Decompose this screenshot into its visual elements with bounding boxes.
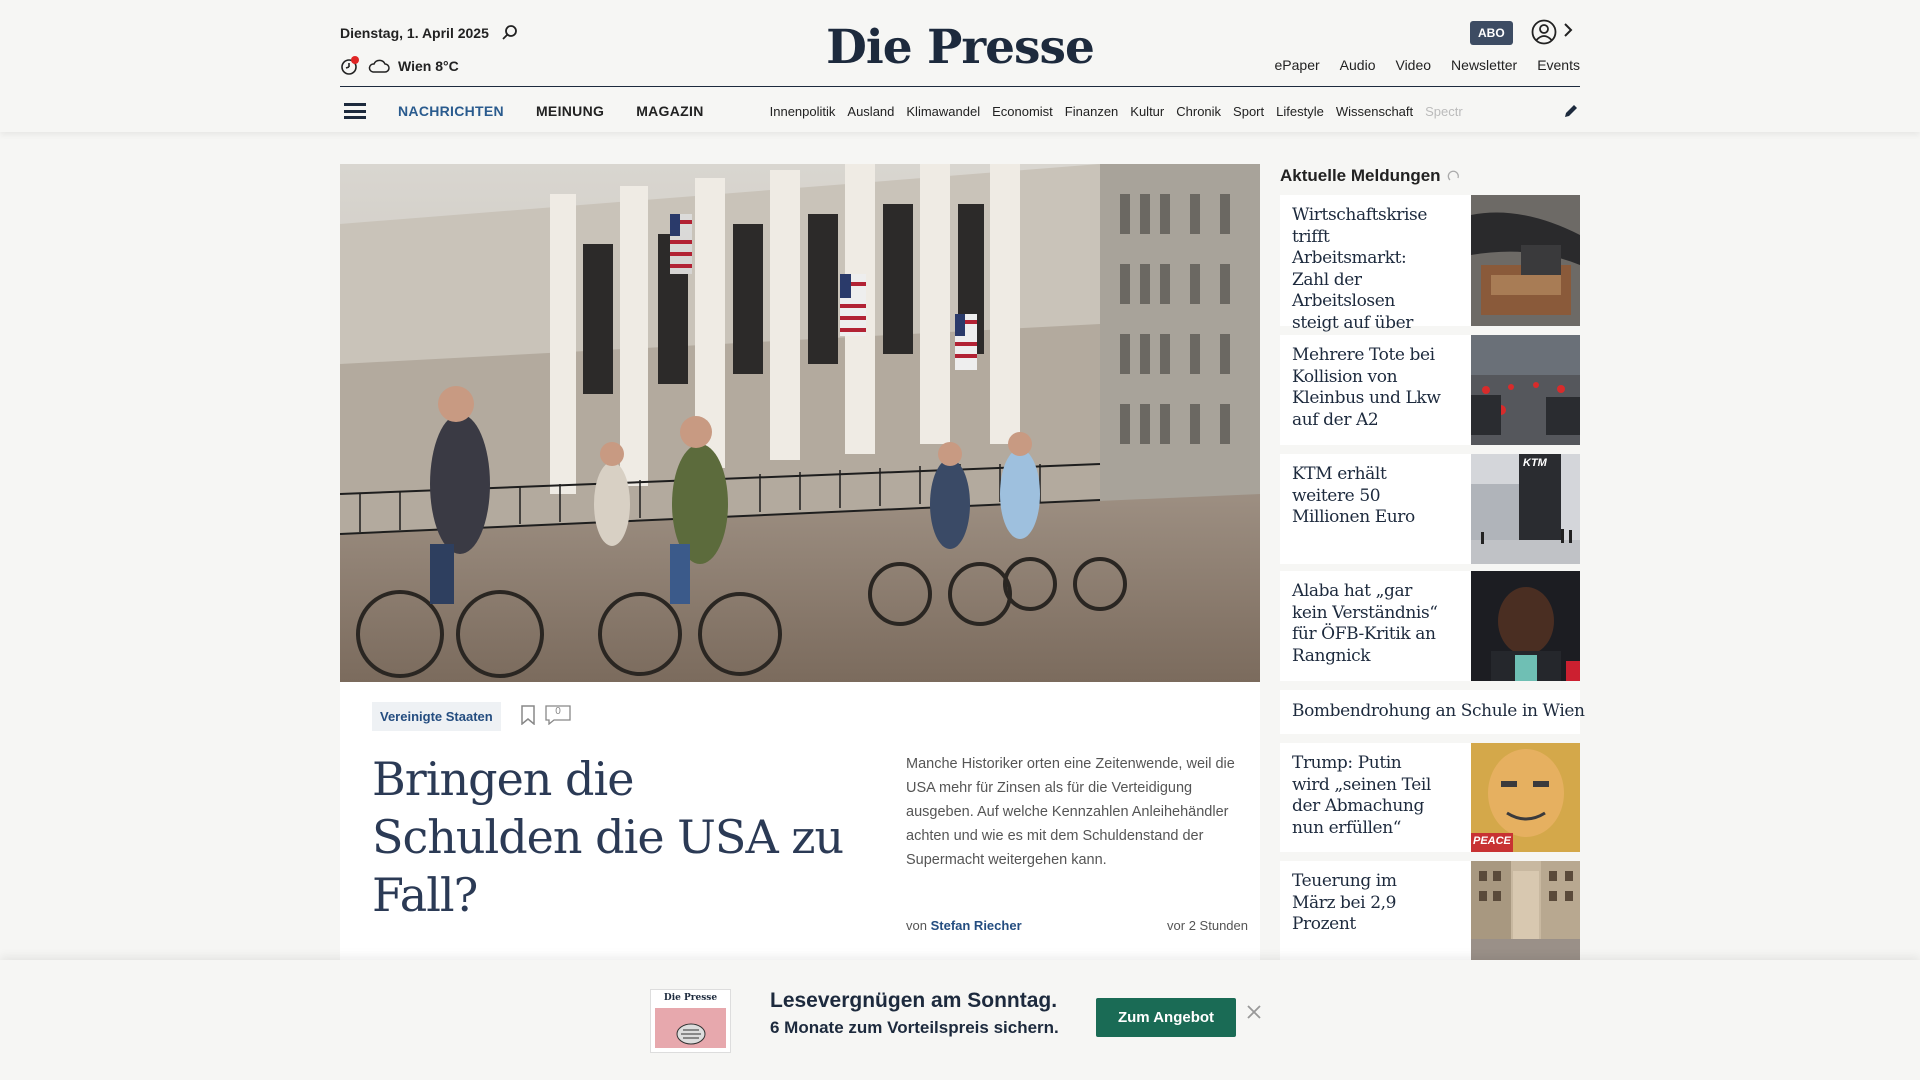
news-item-title: Mehrere Tote bei Kollision von Kleinbus … — [1292, 345, 1441, 430]
promo-subline: 6 Monate zum Vorteilspreis sichern. — [770, 1018, 1059, 1037]
link-audio[interactable]: Audio — [1340, 57, 1376, 73]
nav-ausland[interactable]: Ausland — [847, 104, 894, 119]
chevron-right-icon[interactable] — [1563, 20, 1573, 40]
bookmark-icon[interactable] — [520, 705, 536, 725]
link-newsletter[interactable]: Newsletter — [1451, 57, 1517, 73]
promo-banner: Die Presse Lesevergnügen am Sonntag. 6 M… — [0, 960, 1920, 1080]
news-item[interactable]: Teuerung im März bei 2,9 Prozent — [1280, 861, 1580, 961]
news-item-title: Teuerung im März bei 2,9 Prozent — [1292, 871, 1397, 934]
nav-wissenschaft[interactable]: Wissenschaft — [1336, 104, 1413, 119]
hero-teaser: Manche Historiker orten eine Zeitenwende… — [906, 756, 1235, 868]
news-thumbnail — [1471, 335, 1580, 445]
news-item[interactable]: Alaba hat „gar kein Verständnis“ für ÖFB… — [1280, 571, 1580, 681]
hero-article[interactable]: Vereinigte Staaten 0 Bringen die Schulde… — [340, 164, 1260, 964]
ktm-logo-text: KTM — [1523, 457, 1547, 469]
menu-icon[interactable] — [344, 103, 366, 119]
author-link[interactable]: Stefan Riecher — [931, 918, 1022, 933]
site-logo[interactable]: Die Presse — [0, 20, 1920, 75]
news-item[interactable]: Bombendrohung an Schule in Wien — [1280, 690, 1585, 734]
sidebar-title: Aktuelle Meldungen — [1280, 166, 1461, 186]
peace-label: PEACE — [1473, 835, 1511, 847]
newspaper-cover-image: Die Presse — [650, 989, 731, 1053]
nav-meinung[interactable]: MEINUNG — [536, 103, 604, 119]
news-item-title: Trump: Putin wird „seinen Teil der Abmac… — [1292, 753, 1431, 838]
hero-image[interactable] — [340, 164, 1260, 682]
top-links: ePaper Audio Video Newsletter Events — [1275, 57, 1580, 73]
byline-prefix: von — [906, 918, 927, 933]
nav-finanzen[interactable]: Finanzen — [1065, 104, 1118, 119]
nav-nachrichten[interactable]: NACHRICHTEN — [398, 103, 504, 119]
news-item-title: Wirtschaftskrise trifft Arbeitsmarkt: Za… — [1292, 205, 1427, 354]
nav-kultur[interactable]: Kultur — [1130, 104, 1164, 119]
nav-innenpolitik[interactable]: Innenpolitik — [770, 104, 836, 119]
section-nav: Innenpolitik Ausland Klimawandel Economi… — [770, 104, 1530, 119]
publish-time: vor 2 Stunden — [1167, 918, 1248, 933]
link-events[interactable]: Events — [1537, 57, 1580, 73]
comment-count-value: 0 — [555, 706, 561, 717]
news-item[interactable]: Wirtschaftskrise trifft Arbeitsmarkt: Za… — [1280, 195, 1580, 354]
close-icon[interactable] — [1246, 1004, 1262, 1020]
news-thumbnail — [1471, 195, 1580, 326]
category-tag[interactable]: Vereinigte Staaten — [372, 702, 501, 731]
nav-magazin[interactable]: MAGAZIN — [636, 103, 703, 119]
link-epaper[interactable]: ePaper — [1275, 57, 1320, 73]
byline: von Stefan Riecher — [906, 918, 1022, 933]
pencil-icon[interactable] — [1562, 102, 1580, 120]
nav-lifestyle[interactable]: Lifestyle — [1276, 104, 1324, 119]
offer-button[interactable]: Zum Angebot — [1096, 998, 1236, 1037]
nav-spectrum[interactable]: Spectr — [1425, 104, 1463, 119]
nav-chronik[interactable]: Chronik — [1176, 104, 1221, 119]
news-item[interactable]: Trump: Putin wird „seinen Teil der Abmac… — [1280, 743, 1580, 852]
nav-sport[interactable]: Sport — [1233, 104, 1264, 119]
news-thumbnail — [1471, 861, 1580, 961]
main-nav: NACHRICHTEN MEINUNG MAGAZIN Innenpolitik… — [340, 96, 1580, 126]
cover-title: Die Presse — [663, 993, 718, 1003]
news-thumbnail — [1471, 571, 1580, 681]
nav-economist[interactable]: Economist — [992, 104, 1053, 119]
abo-button[interactable]: ABO — [1470, 21, 1513, 45]
news-item-title: Bombendrohung an Schule in Wien — [1292, 701, 1585, 721]
news-thumbnail: KTM — [1471, 454, 1580, 564]
promo-headline: Lesevergnügen am Sonntag. — [770, 989, 1058, 1012]
news-item[interactable]: KTM erhält weitere 50 Millionen Euro KTM — [1280, 454, 1580, 564]
nav-klimawandel[interactable]: Klimawandel — [906, 104, 980, 119]
header-divider — [340, 86, 1580, 87]
comment-count[interactable]: 0 — [545, 705, 571, 725]
hero-headline[interactable]: Bringen die Schulden die USA zu Fall? — [372, 750, 852, 924]
news-item-title: KTM erhält weitere 50 Millionen Euro — [1292, 464, 1415, 527]
site-header: Dienstag, 1. April 2025 Wien 8°C Die Pre… — [0, 0, 1920, 132]
sidebar-title-text: Aktuelle Meldungen — [1280, 166, 1441, 185]
link-video[interactable]: Video — [1395, 57, 1431, 73]
news-item[interactable]: Mehrere Tote bei Kollision von Kleinbus … — [1280, 335, 1580, 445]
refresh-icon — [1447, 170, 1459, 181]
news-item-title: Alaba hat „gar kein Verständnis“ für ÖFB… — [1292, 581, 1438, 666]
news-thumbnail: PEACE — [1471, 743, 1580, 852]
user-account-icon[interactable] — [1531, 19, 1557, 45]
